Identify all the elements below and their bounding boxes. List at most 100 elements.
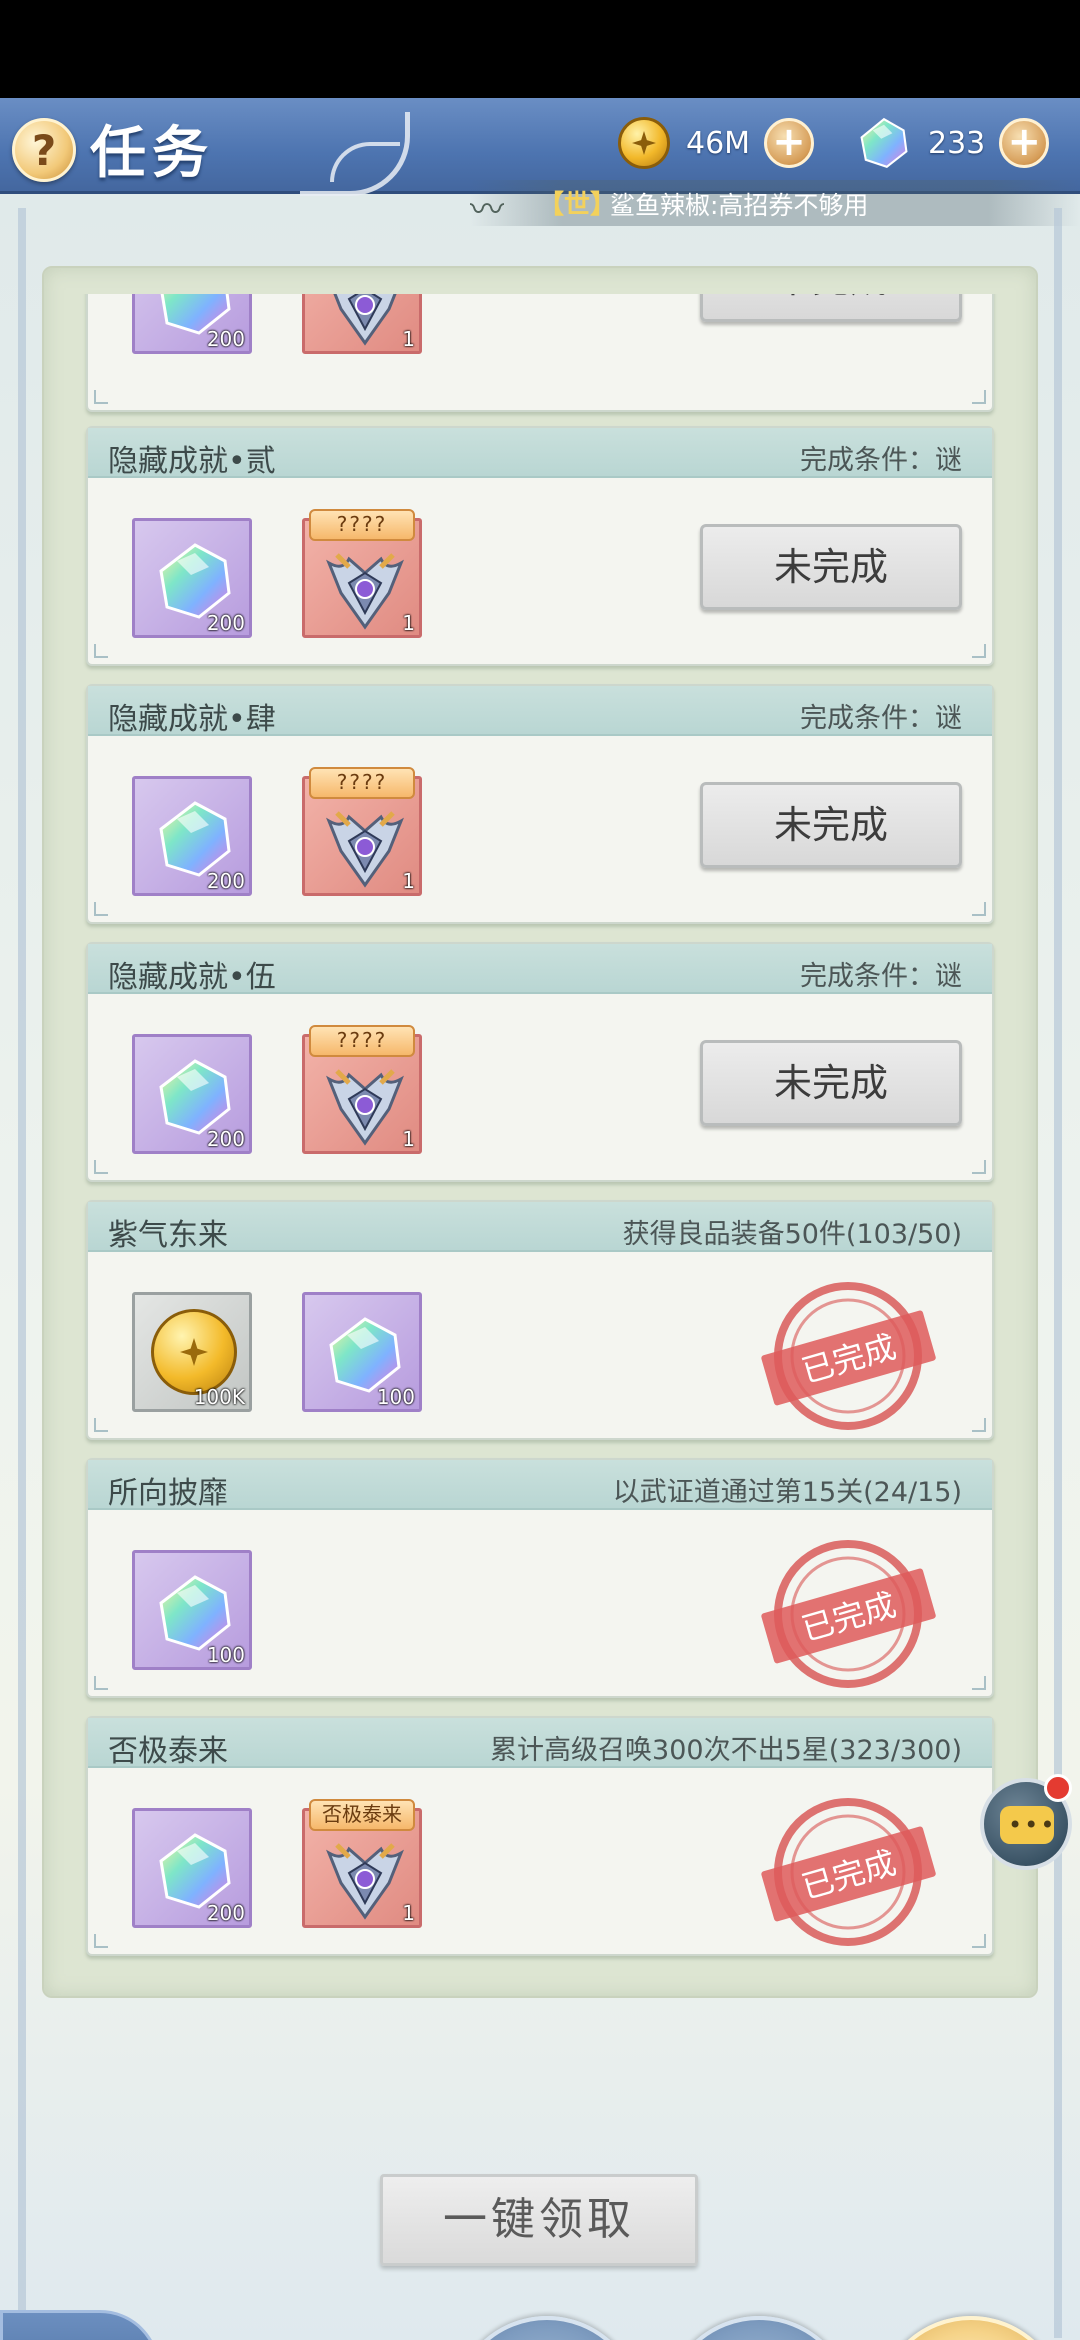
reward-tag: 否极泰来 [309, 1799, 415, 1831]
reward-quantity: 100K [193, 1385, 245, 1409]
card-corner-ornament [972, 902, 986, 916]
achievement-condition: 以武证道通过第15关(24/15) [612, 1477, 962, 1508]
rainbow-gem-icon [860, 117, 908, 168]
quest-screen: ? 任务 46M + 233 + 〰 【世】 鲨鱼辣椒:高招券不够用 200 1… [0, 98, 1080, 2340]
card-corner-ornament [972, 1934, 986, 1948]
completed-stamp: 已完成 [761, 1798, 936, 1946]
achievement-list[interactable]: 200 1 未完成 隐藏成就•贰 完成条件：谜 [0, 294, 1080, 2074]
completed-stamp: 已完成 [761, 1540, 936, 1688]
reward-item[interactable]: 1 [302, 294, 422, 354]
card-corner-ornament [94, 644, 108, 658]
achievement-condition: 完成条件：谜 [800, 445, 962, 476]
incomplete-status-button[interactable]: 未完成 [700, 1040, 962, 1126]
rainbow-gem-icon [159, 1059, 231, 1135]
reward-quantity: 1 [402, 611, 415, 635]
achievement-card: 隐藏成就•贰 完成条件：谜 200 ???? 1 未完成 [86, 426, 994, 666]
reward-quantity: 200 [206, 1127, 245, 1151]
card-header: 隐藏成就•贰 完成条件：谜 [88, 428, 992, 479]
card-corner-ornament [94, 1934, 108, 1948]
card-corner-ornament [972, 1160, 986, 1174]
claim-all-button[interactable]: 一键领取 [380, 2174, 698, 2266]
reward-quantity: 200 [206, 1901, 245, 1925]
reward-quantity: 1 [402, 1127, 415, 1151]
card-header: 隐藏成就•伍 完成条件：谜 [88, 944, 992, 995]
reward-quantity: 200 [206, 327, 245, 351]
achievement-name: 隐藏成就•伍 [108, 960, 276, 995]
reward-tag: ???? [309, 1025, 415, 1057]
card-corner-ornament [94, 1160, 108, 1174]
achievement-condition: 获得良品装备50件(103/50) [622, 1219, 962, 1250]
rainbow-gem-icon [159, 1575, 231, 1651]
card-corner-ornament [94, 390, 108, 404]
achievement-name: 紫气东来 [108, 1218, 228, 1253]
reward-item[interactable]: 否极泰来 1 [302, 1799, 422, 1928]
reward-quantity: 100 [206, 1643, 245, 1667]
incomplete-status-button[interactable]: 未完成 [700, 524, 962, 610]
chat-notification-dot [1044, 1774, 1072, 1802]
card-corner-ornament [972, 1418, 986, 1432]
reward-tag: ???? [309, 509, 415, 541]
hidden-emblem-icon [326, 1069, 404, 1146]
achievement-name: 隐藏成就•肆 [108, 702, 276, 737]
gold-coin-icon [618, 117, 670, 169]
card-header: 所向披靡 以武证道通过第15关(24/15) [88, 1460, 992, 1511]
add-gems-button[interactable]: + [999, 118, 1050, 168]
reward-tag: ???? [309, 767, 415, 799]
achievement-card: 所向披靡 以武证道通过第15关(24/15) 100 已完成 [86, 1458, 994, 1698]
achievement-condition: 完成条件：谜 [800, 961, 962, 992]
rainbow-gem-icon [159, 1833, 231, 1909]
achievement-condition: 累计高级召唤300次不出5星(323/300) [490, 1735, 962, 1766]
coin-counter: 46M + [618, 112, 815, 174]
rainbow-gem-icon [159, 543, 231, 619]
card-corner-ornament [972, 390, 986, 404]
reward-quantity: 200 [206, 611, 245, 635]
card-corner-ornament [972, 1676, 986, 1690]
gem-amount: 233 [928, 125, 986, 161]
achievement-condition: 完成条件：谜 [800, 703, 962, 734]
incomplete-status-button[interactable]: 未完成 [700, 294, 962, 322]
help-button[interactable]: ? [12, 118, 76, 182]
achievement-card: 隐藏成就•伍 完成条件：谜 200 ???? 1 未完成 [86, 942, 994, 1182]
reward-item[interactable]: ???? 1 [302, 509, 422, 638]
reward-quantity: 1 [402, 1901, 415, 1925]
achievement-name: 所向披靡 [108, 1476, 228, 1511]
reward-item[interactable]: ???? 1 [302, 1025, 422, 1154]
card-header: 否极泰来 累计高级召唤300次不出5星(323/300) [88, 1718, 992, 1769]
incomplete-status-button[interactable]: 未完成 [700, 782, 962, 868]
hidden-emblem-icon [333, 294, 397, 346]
rainbow-gem-icon [329, 1317, 401, 1393]
reward-item[interactable]: 100 [132, 1550, 252, 1670]
card-header: 隐藏成就•肆 完成条件：谜 [88, 686, 992, 737]
status-bar [0, 0, 1080, 98]
reward-item[interactable]: 200 [132, 518, 252, 638]
card-corner-ornament [972, 644, 986, 658]
card-corner-ornament [94, 1676, 108, 1690]
reward-item[interactable]: 200 [132, 776, 252, 896]
reward-quantity: 1 [402, 327, 415, 351]
hidden-emblem-icon [326, 811, 404, 888]
achievement-card: 200 1 未完成 [86, 294, 994, 412]
reward-item[interactable]: 200 [132, 1034, 252, 1154]
reward-item[interactable]: 200 [132, 294, 252, 354]
hidden-emblem-icon [326, 553, 404, 630]
reward-item[interactable]: 100K [132, 1292, 252, 1412]
achievement-name: 隐藏成就•贰 [108, 444, 276, 479]
gem-counter: 233 + [856, 112, 1050, 174]
chat-dots: ••• [1008, 1811, 1057, 1839]
achievement-name: 否极泰来 [108, 1734, 228, 1769]
hidden-emblem-icon [326, 1843, 404, 1920]
achievement-card: 紫气东来 获得良品装备50件(103/50) 100K 100 已完成 [86, 1200, 994, 1440]
reward-item[interactable]: 100 [302, 1292, 422, 1412]
reward-quantity: 100 [376, 1385, 415, 1409]
help-icon: ? [31, 125, 57, 175]
add-coins-button[interactable]: + [764, 118, 815, 168]
reward-item[interactable]: 200 [132, 1808, 252, 1928]
achievement-card: 隐藏成就•肆 完成条件：谜 200 ???? 1 未完成 [86, 684, 994, 924]
completed-stamp: 已完成 [761, 1282, 936, 1430]
page-title: 任务 [90, 120, 214, 186]
card-corner-ornament [94, 902, 108, 916]
gold-coin-icon [151, 1309, 237, 1395]
reward-item[interactable]: ???? 1 [302, 767, 422, 896]
rainbow-gem-icon [159, 801, 231, 877]
achievement-card: 否极泰来 累计高级召唤300次不出5星(323/300) 200 否极泰来 1 [86, 1716, 994, 1956]
